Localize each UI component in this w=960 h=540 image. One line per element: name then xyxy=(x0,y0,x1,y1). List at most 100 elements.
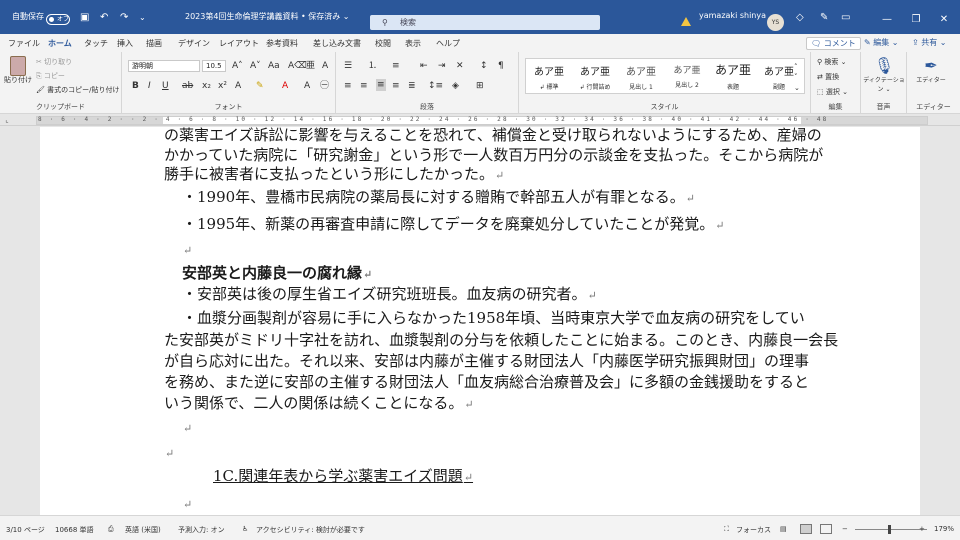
user-name[interactable]: yamazaki shinya xyxy=(699,11,766,20)
page-count[interactable]: 3/10 ページ xyxy=(6,525,45,535)
copy-button[interactable]: ⎘ コピー xyxy=(36,71,65,81)
style-no-spacing[interactable]: あア亜 ↲ 行間詰め xyxy=(572,59,618,93)
subscript-icon[interactable]: x₂ xyxy=(202,81,211,91)
section-heading[interactable]: 安部英と内藤良一の腐れ縁↵ xyxy=(182,263,372,285)
ribbon-display-icon[interactable]: ▭ xyxy=(841,12,850,24)
tab-help[interactable]: ヘルプ xyxy=(436,38,460,49)
replace-button[interactable]: ⇄ 置換 xyxy=(817,72,839,82)
tab-design[interactable]: デザイン xyxy=(178,38,210,49)
zoom-slider-thumb[interactable] xyxy=(888,525,891,534)
shrink-font-icon[interactable]: A˅ xyxy=(250,61,261,71)
styles-more-icon[interactable]: ⌄ xyxy=(794,83,800,93)
styles-scroll-up-icon[interactable]: ˄ xyxy=(794,62,798,72)
tab-review[interactable]: 校閲 xyxy=(375,38,391,49)
accessibility-status[interactable]: アクセシビリティ: 検討が必要です xyxy=(256,525,365,535)
word-count[interactable]: 10668 単語 xyxy=(55,525,94,535)
document-title[interactable]: 2023第4回生命倫理学講義資料 • 保存済み ⌄ xyxy=(185,11,350,22)
align-left-icon[interactable]: ≡ xyxy=(344,81,352,91)
borders-icon[interactable]: ⊞ xyxy=(476,81,484,91)
bullet-line[interactable]: ・血漿分画製剤が容易に手に入らなかった1958年頃、当時東京大学で血友病の研究を… xyxy=(182,308,805,328)
multilevel-list-icon[interactable]: ≡ xyxy=(392,61,400,71)
horizontal-ruler[interactable]: ⌞ 8 · 6 · 4 · 2 · · 2 · 4 · 6 · 8 · 10 ·… xyxy=(0,115,960,126)
font-color-icon[interactable]: A xyxy=(282,81,288,91)
paragraph-line[interactable]: た安部英がミドリ十字社を訪れ、血漿製剤の分与を依頼したことに始まる。このとき、内… xyxy=(164,330,838,350)
redo-icon[interactable]: ↷ xyxy=(120,12,128,24)
tab-view[interactable]: 表示 xyxy=(405,38,421,49)
print-layout-button[interactable] xyxy=(800,524,812,534)
change-case-icon[interactable]: Aa xyxy=(268,61,280,71)
styles-scroll-down-icon[interactable]: ˅ xyxy=(794,72,798,82)
zoom-slider-track[interactable] xyxy=(855,529,927,530)
align-center-icon[interactable]: ≡ xyxy=(360,81,368,91)
web-layout-button[interactable] xyxy=(820,524,832,534)
paragraph-line[interactable]: かかっていた病院に「研究謝金」という形で一人数百万円分の示談金を支払った。そこか… xyxy=(164,145,823,165)
font-name-select[interactable]: 游明朝 xyxy=(128,60,200,72)
bullets-icon[interactable]: ☰ xyxy=(344,61,352,71)
edit-mode-button[interactable]: ✎ 編集 ⌄ xyxy=(860,37,903,50)
shading-fill-icon[interactable]: ◈ xyxy=(452,81,459,91)
accessibility-icon[interactable]: ♿ xyxy=(242,525,248,533)
shading-icon[interactable]: A xyxy=(304,81,310,91)
justify-icon[interactable]: ≡ xyxy=(392,81,400,91)
focus-mode-button[interactable]: フォーカス xyxy=(736,525,771,535)
paragraph-line[interactable]: の薬害エイズ訴訟に影響を与えることを恐れて、補償金と受け取られないようにするため… xyxy=(164,127,822,145)
tab-home[interactable]: ホーム xyxy=(48,38,72,54)
search-box[interactable]: ⚲ 検索 xyxy=(370,15,600,30)
share-button[interactable]: ⇪ 共有 ⌄ xyxy=(908,37,951,50)
tab-draw[interactable]: 描画 xyxy=(146,38,162,49)
editor-button[interactable]: ✒ エディター xyxy=(911,56,951,85)
style-title[interactable]: あア亜 表題 xyxy=(710,59,756,93)
highlight-icon[interactable]: ✎ xyxy=(256,81,264,91)
close-button[interactable]: ✕ xyxy=(937,13,951,27)
font-size-select[interactable]: 10.5 xyxy=(202,60,226,72)
undo-icon[interactable]: ↶ xyxy=(100,12,108,24)
clear-formatting-icon[interactable]: A⌫ xyxy=(288,61,307,71)
style-heading-1[interactable]: あア亜 見出し 1 xyxy=(618,59,664,93)
tab-insert[interactable]: 挿入 xyxy=(117,38,133,49)
empty-line[interactable]: ↵ xyxy=(164,442,174,464)
style-normal[interactable]: あア亜 ↲ 標準 xyxy=(526,59,572,93)
select-button[interactable]: ⬚ 選択 ⌄ xyxy=(817,87,848,97)
numbering-icon[interactable]: ⒈ xyxy=(368,61,377,71)
bold-icon[interactable]: B xyxy=(132,81,139,91)
zoom-out-icon[interactable]: − xyxy=(842,525,848,533)
paragraph-line[interactable]: が自ら応対に出た。それ以来、安部は内藤が主催する財団法人「内藤医学研究振興財団」… xyxy=(164,351,809,371)
bullet-line[interactable]: ・1995年、新薬の再審査申請に際してデータを廃棄処分していたことが発覚。↵ xyxy=(182,214,725,236)
paragraph-line[interactable]: を務め、また逆に安部の主催する財団法人「血友病総合治療普及会」に多額の金銭援助を… xyxy=(164,372,809,392)
restore-button[interactable]: ❐ xyxy=(909,13,923,27)
language-status[interactable]: 英語 (米国) xyxy=(125,525,161,535)
pen-icon[interactable]: ✎ xyxy=(820,12,828,24)
cut-button[interactable]: ✂ 切り取り xyxy=(36,57,72,67)
save-icon[interactable]: ▣ xyxy=(80,12,89,24)
customize-quick-access-icon[interactable]: ⌄ xyxy=(139,12,146,24)
chapter-heading[interactable]: 1C.関連年表から学ぶ薬害エイズ問題↵ xyxy=(213,466,473,488)
sort-icon[interactable]: ↕ xyxy=(480,61,488,71)
tab-layout[interactable]: レイアウト xyxy=(219,38,259,49)
superscript-icon[interactable]: x² xyxy=(218,81,227,91)
zoom-in-icon[interactable]: + xyxy=(919,525,925,533)
empty-line[interactable]: ↵ xyxy=(182,493,192,515)
avatar[interactable]: YS xyxy=(767,14,784,31)
grow-font-icon[interactable]: A˄ xyxy=(232,61,243,71)
distributed-icon[interactable]: ≣ xyxy=(408,81,416,91)
character-border-icon[interactable]: A xyxy=(322,61,328,71)
read-mode-icon[interactable]: ▤ xyxy=(780,525,787,533)
warning-icon[interactable] xyxy=(681,17,691,26)
tab-selector-icon[interactable]: ⌞ xyxy=(2,116,12,124)
document-page[interactable]: の薬害エイズ訴訟に影響を与えることを恐れて、補償金と受け取られないようにするため… xyxy=(40,127,920,515)
empty-line[interactable]: ↵ xyxy=(182,417,192,439)
tab-file[interactable]: ファイル xyxy=(8,38,40,49)
comment-button[interactable]: 🗨 コメント xyxy=(806,37,861,50)
decrease-indent-icon[interactable]: ⇤ xyxy=(420,61,428,71)
line-spacing-icon[interactable]: ↕≡ xyxy=(428,81,443,91)
paragraph-line[interactable]: 勝手に被害者に支払ったという形にしたかった。↵ xyxy=(164,164,504,186)
show-marks-icon[interactable]: ¶ xyxy=(498,61,504,71)
underline-icon[interactable]: U xyxy=(162,81,169,91)
enclose-characters-icon[interactable]: ㊀ xyxy=(320,81,329,91)
bullet-line[interactable]: ・安部英は後の厚生省エイズ研究班班長。血友病の研究者。↵ xyxy=(182,284,597,306)
document-area[interactable]: の薬害エイズ訴訟に影響を与えることを恐れて、補償金と受け取られないようにするため… xyxy=(0,127,960,515)
style-heading-2[interactable]: あア亜 見出し 2 xyxy=(664,59,710,93)
asian-layout-icon[interactable]: ✕ xyxy=(456,61,464,71)
text-effects-icon[interactable]: A xyxy=(235,81,241,91)
focus-icon[interactable]: ⛶ xyxy=(724,525,729,534)
